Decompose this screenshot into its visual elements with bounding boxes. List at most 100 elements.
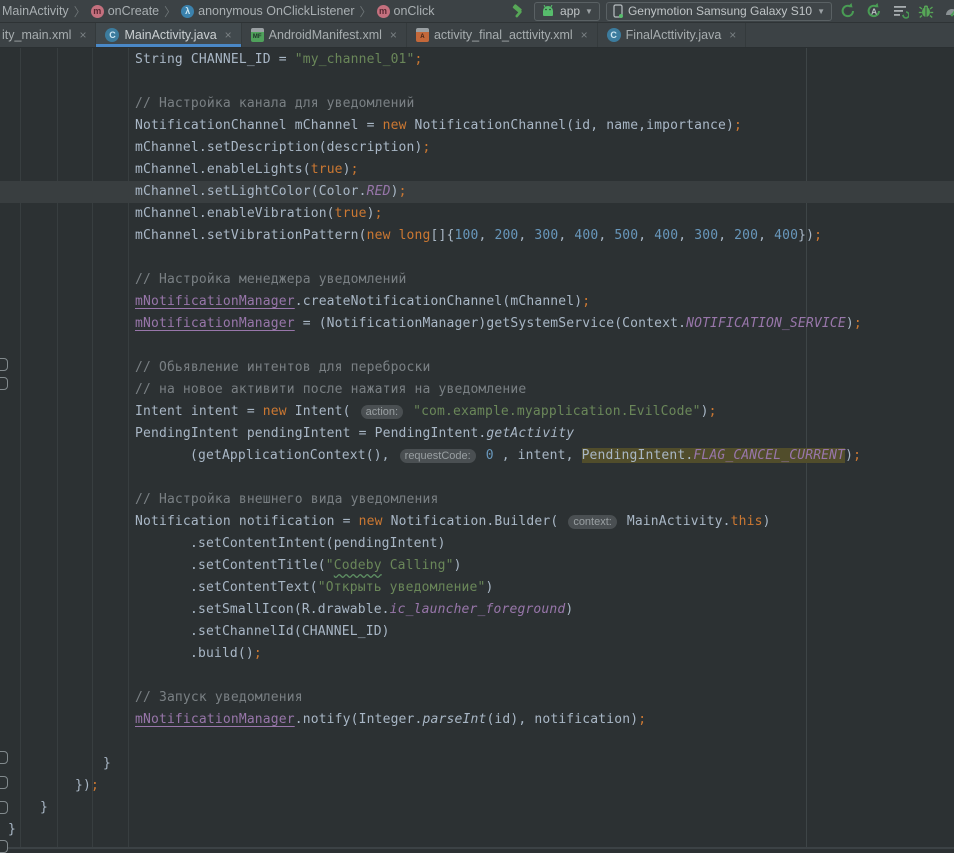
code-line[interactable]: mNotificationManager.notify(Integer.pars… bbox=[135, 709, 646, 731]
breadcrumb-label: onClick bbox=[394, 4, 435, 18]
code-line[interactable]: .setChannelId(CHANNEL_ID) bbox=[190, 621, 390, 643]
code-line[interactable]: mChannel.setDescription(description); bbox=[135, 137, 431, 159]
code-line[interactable]: mChannel.enableVibration(true); bbox=[135, 203, 383, 225]
tab-activity_final_acttivity-xml[interactable]: Aactivity_final_acttivity.xml × bbox=[407, 23, 598, 47]
code-comment: // Настройка внешнего вида уведомления bbox=[135, 492, 439, 507]
code-line[interactable]: mNotificationManager = (NotificationMana… bbox=[135, 313, 862, 335]
code-text: , bbox=[518, 228, 534, 243]
fold-marker-icon[interactable] bbox=[0, 377, 8, 390]
code-text: = (NotificationManager)getSystemService(… bbox=[295, 316, 686, 331]
code-editor[interactable]: String CHANNEL_ID = "my_channel_01"; // Н… bbox=[0, 48, 954, 849]
code-text: .setContentIntent(pendingIntent) bbox=[190, 536, 446, 551]
code-keyword: new bbox=[263, 404, 287, 419]
code-line[interactable]: // Запуск уведомления bbox=[135, 687, 303, 709]
fold-marker-icon[interactable] bbox=[0, 358, 8, 371]
code-line[interactable]: // на новое активити после нажатия на ув… bbox=[135, 379, 526, 401]
code-static-method: parseInt bbox=[423, 712, 487, 727]
tab-close-icon[interactable]: × bbox=[79, 28, 86, 42]
code-keyword: ; bbox=[854, 316, 862, 331]
code-line[interactable]: mNotificationManager.createNotificationC… bbox=[135, 291, 590, 313]
tab-label: FinalActtivity.java bbox=[626, 28, 722, 42]
code-highlighted-constant: FLAG_CANCEL_CURRENT bbox=[693, 448, 845, 463]
code-text: , bbox=[478, 228, 494, 243]
code-line[interactable]: .setContentIntent(pendingIntent) bbox=[190, 533, 446, 555]
breadcrumb: MainActivity〉monCreate〉λanonymous OnClic… bbox=[0, 0, 435, 22]
code-line[interactable]: .build(); bbox=[190, 643, 262, 665]
code-line[interactable]: // Настройка канала для уведомлений bbox=[135, 93, 415, 115]
breadcrumb-item-onclick[interactable]: monClick bbox=[377, 4, 435, 18]
code-static-method: getActivity bbox=[486, 426, 574, 441]
code-line[interactable]: Notification notification = new Notifica… bbox=[135, 511, 771, 533]
indent-guide bbox=[92, 48, 93, 847]
code-line[interactable]: mChannel.enableLights(true); bbox=[135, 159, 359, 181]
parameter-hint-badge: context: bbox=[568, 515, 617, 529]
code-text: , bbox=[758, 228, 774, 243]
run-configuration-select[interactable]: app ▼ bbox=[534, 2, 600, 21]
code-line[interactable]: mChannel.setLightColor(Color.RED); bbox=[135, 181, 407, 203]
code-constant: NOTIFICATION_SERVICE bbox=[686, 316, 846, 331]
code-highlighted: PendingIntent. bbox=[582, 448, 694, 463]
code-line[interactable]: // Настройка внешнего вида уведомления bbox=[135, 489, 439, 511]
tab-close-icon[interactable]: × bbox=[581, 28, 588, 42]
breadcrumb-label: anonymous OnClickListener bbox=[198, 4, 354, 18]
parameter-hint-badge: action: bbox=[361, 405, 403, 419]
breadcrumb-label: onCreate bbox=[108, 4, 159, 18]
code-text: ) bbox=[343, 162, 351, 177]
debug-icon[interactable] bbox=[916, 1, 936, 21]
code-constant: RED bbox=[367, 184, 391, 199]
tab-label: activity_final_acttivity.xml bbox=[434, 28, 573, 42]
code-text: ) bbox=[454, 558, 462, 573]
coverage-icon[interactable] bbox=[890, 1, 910, 21]
breadcrumb-item-anonymous-onclicklistener[interactable]: λanonymous OnClickListener bbox=[181, 4, 354, 18]
code-line[interactable]: (getApplicationContext(), requestCode: 0… bbox=[190, 445, 861, 467]
code-text: mChannel.setDescription(description) bbox=[135, 140, 423, 155]
code-line[interactable]: } bbox=[8, 819, 16, 841]
tab-close-icon[interactable]: × bbox=[729, 28, 736, 42]
code-line[interactable]: .setContentTitle("Codeby Calling") bbox=[190, 555, 462, 577]
code-line[interactable]: String CHANNEL_ID = "my_channel_01"; bbox=[135, 49, 423, 71]
profile-icon[interactable] bbox=[942, 1, 954, 21]
fold-marker-icon[interactable] bbox=[0, 776, 8, 789]
fold-marker-icon[interactable] bbox=[0, 751, 8, 764]
breadcrumb-item-oncreate[interactable]: monCreate bbox=[91, 4, 159, 18]
tab-androidmanifest-xml[interactable]: MFAndroidManifest.xml× bbox=[242, 23, 407, 47]
code-text: } bbox=[8, 822, 16, 837]
code-keyword: this bbox=[731, 514, 763, 529]
code-line[interactable]: .setSmallIcon(R.drawable.ic_launcher_for… bbox=[190, 599, 573, 621]
apply-code-changes-icon[interactable]: A bbox=[864, 1, 884, 21]
code-line[interactable]: PendingIntent pendingIntent = PendingInt… bbox=[135, 423, 574, 445]
tab-mainactivity-java[interactable]: CMainActivity.java× bbox=[96, 23, 241, 47]
code-line[interactable]: // Обьявление интентов для переброски bbox=[135, 357, 431, 379]
code-keyword: new long bbox=[367, 228, 431, 243]
fold-marker-icon[interactable] bbox=[0, 801, 8, 814]
fold-marker-icon[interactable] bbox=[0, 840, 8, 853]
code-line[interactable]: } bbox=[40, 797, 48, 819]
code-keyword: ; bbox=[734, 118, 742, 133]
xml-file-icon: A bbox=[416, 28, 429, 42]
tab-label: ity_main.xml bbox=[2, 28, 71, 42]
code-keyword: true bbox=[335, 206, 367, 221]
code-line[interactable]: mChannel.setVibrationPattern(new long[]{… bbox=[135, 225, 822, 247]
code-text: .setSmallIcon(R.drawable. bbox=[190, 602, 390, 617]
android-studio-window: { "toolbar": { "breadcrumbs": [ {"label"… bbox=[0, 0, 954, 849]
parameter-hint-badge: requestCode: bbox=[400, 449, 476, 463]
tab-close-icon[interactable]: × bbox=[390, 28, 397, 42]
code-line[interactable]: Intent intent = new Intent( action: "com… bbox=[135, 401, 717, 423]
breadcrumb-item-mainactivity[interactable]: MainActivity bbox=[2, 4, 69, 18]
code-line[interactable]: NotificationChannel mChannel = new Notif… bbox=[135, 115, 742, 137]
device-select[interactable]: Genymotion Samsung Galaxy S10 ▼ bbox=[606, 2, 832, 21]
code-line[interactable]: .setContentText("Открыть уведомление") bbox=[190, 577, 494, 599]
code-line[interactable]: }); bbox=[75, 775, 99, 797]
code-keyword: ; bbox=[638, 712, 646, 727]
code-string: "Открыть уведомление" bbox=[318, 580, 486, 595]
code-line[interactable]: // Настройка менеджера уведомлений bbox=[135, 269, 407, 291]
build-hammer-icon[interactable] bbox=[508, 1, 528, 21]
code-text: String CHANNEL_ID = bbox=[135, 52, 295, 67]
apply-changes-restart-icon[interactable] bbox=[838, 1, 858, 21]
code-field: mNotificationManager bbox=[135, 294, 295, 309]
tab-close-icon[interactable]: × bbox=[225, 28, 232, 42]
code-line[interactable]: } bbox=[103, 753, 111, 775]
tab-finalacttivity-java[interactable]: CFinalActtivity.java× bbox=[598, 23, 747, 47]
tab-ity_main-xml[interactable]: ity_main.xml × bbox=[0, 23, 96, 47]
code-keyword: true bbox=[311, 162, 343, 177]
